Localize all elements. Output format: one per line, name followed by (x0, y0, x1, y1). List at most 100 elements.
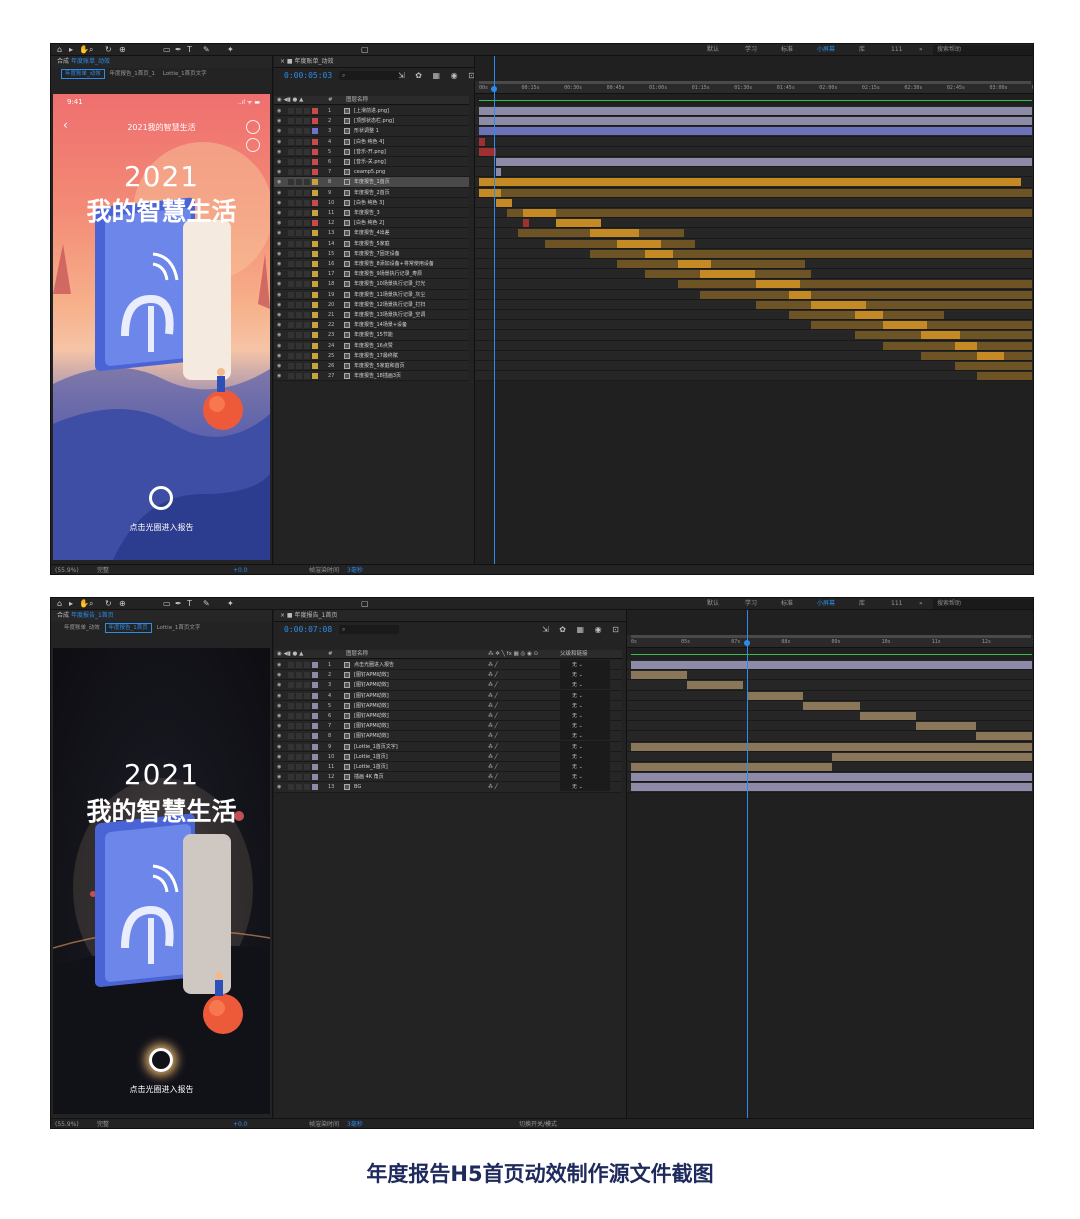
layer-switch-box[interactable] (296, 702, 302, 709)
layer-row[interactable]: ◉ 11 [Lottie_1首页] ⁂ ╱ 无 ⌄ (274, 762, 622, 773)
visibility-icon[interactable]: ◉ (277, 691, 281, 700)
visibility-icon[interactable]: ◉ (277, 147, 281, 156)
layer-switch-box[interactable] (296, 179, 302, 186)
layer-switch-box[interactable] (304, 148, 310, 155)
layer-switch-box[interactable] (304, 764, 310, 770)
track-row[interactable] (475, 340, 1033, 351)
layer-name[interactable]: 年度报告_4出差 (354, 228, 390, 237)
layer-active-segment[interactable] (556, 219, 601, 228)
hand-tool-icon[interactable]: ✋ (79, 45, 89, 55)
help-search-input[interactable]: 搜索帮助 (933, 599, 1033, 609)
layer-switch-box[interactable] (288, 159, 294, 165)
layer-active-segment[interactable] (976, 351, 1005, 360)
home-icon[interactable]: ⌂ (57, 45, 62, 55)
workspace-111[interactable]: 111 (891, 600, 902, 608)
layer-name[interactable]: 年度报告_2首页 (354, 188, 390, 197)
layer-row[interactable]: ◉ 13 年度报告_4出差 (274, 228, 469, 239)
layer-name[interactable]: [图钉APM动效] (354, 731, 389, 740)
layer-name[interactable]: [Lottie_1首页文字] (354, 742, 398, 751)
layer-switch-box[interactable] (288, 291, 294, 298)
label-color-chip[interactable] (312, 281, 318, 288)
breadcrumb-item[interactable]: 年度报告_1首页 (104, 623, 152, 633)
pen-tool-icon[interactable]: ✒ (175, 45, 182, 55)
layer-switch-box[interactable] (288, 373, 294, 380)
resolution-select[interactable]: 完整 (97, 1119, 109, 1128)
layer-row[interactable]: ◉ 26 年度报告_5家庭和首页 (274, 361, 469, 372)
label-color-chip[interactable] (312, 713, 318, 719)
layer-switch-box[interactable] (296, 733, 302, 740)
track-row[interactable] (475, 299, 1033, 310)
layer-switch-box[interactable] (296, 189, 302, 196)
layer-active-segment[interactable] (523, 209, 557, 217)
label-color-chip[interactable] (312, 692, 318, 699)
layer-name[interactable]: 年度报告_5家庭和首页 (354, 361, 405, 370)
parent-select[interactable]: 无 ⌄ (560, 762, 610, 771)
layer-switch-box[interactable] (288, 312, 294, 318)
parent-select[interactable]: 无 ⌄ (560, 782, 610, 792)
layer-switch-box[interactable] (296, 784, 302, 791)
layer-switch-box[interactable] (288, 352, 294, 359)
label-color-chip[interactable] (312, 764, 318, 770)
layer-duration-bar[interactable] (631, 742, 1032, 751)
breadcrumb-item[interactable]: 年度报告_1首页_1 (107, 68, 159, 80)
label-color-chip[interactable] (312, 271, 318, 278)
label-color-chip[interactable] (312, 138, 318, 145)
label-color-chip[interactable] (312, 373, 318, 380)
layer-row[interactable]: ◉ 3 形状调整 1 (274, 126, 469, 137)
visibility-icon[interactable]: ◉ (277, 177, 281, 186)
track-row[interactable] (475, 310, 1033, 321)
layer-switch-box[interactable] (296, 764, 302, 770)
layer-switch-box[interactable] (288, 271, 294, 278)
track-row[interactable] (475, 289, 1033, 300)
layer-switch-box[interactable] (304, 373, 310, 380)
layer-name[interactable]: [音乐-关.png] (354, 157, 386, 166)
breadcrumb-item[interactable]: 年度账单_动效 (61, 69, 105, 79)
layer-row[interactable]: ◉ 6 [音乐-关.png] (274, 157, 469, 168)
layer-row[interactable]: ◉ 15 年度报告_7固定设备 (274, 248, 469, 259)
layer-switch-box[interactable] (304, 702, 310, 709)
layer-name[interactable]: 年度报告_18插画3页 (354, 371, 401, 380)
brush-tool-icon[interactable]: ✎ (203, 599, 210, 609)
layer-duration-bar[interactable] (976, 372, 1032, 381)
layer-name[interactable]: 年度报告_10场景执行记录_灯光 (354, 279, 425, 288)
workspace-library[interactable]: 库 (859, 46, 865, 54)
visibility-icon[interactable]: ◉ (277, 198, 281, 207)
layer-search-input[interactable]: ⌕ (339, 625, 399, 634)
rotate-tool-icon[interactable]: ↻ (105, 45, 112, 55)
track-row[interactable] (475, 371, 1033, 382)
visibility-icon[interactable]: ◉ (277, 157, 281, 166)
parent-select[interactable]: 无 ⌄ (560, 741, 610, 751)
layer-duration-bar[interactable] (479, 107, 1032, 115)
layer-switch-box[interactable] (296, 352, 302, 359)
layer-active-segment[interactable] (617, 239, 662, 248)
track-row[interactable] (475, 330, 1033, 341)
layer-row[interactable]: ◉ 24 年度报告_16点赞 (274, 340, 469, 351)
visibility-icon[interactable]: ◉ (277, 762, 281, 771)
work-area-bar[interactable] (631, 635, 1031, 638)
layer-name[interactable]: [Lottie_1首页] (354, 762, 388, 771)
layer-row[interactable]: ◉ 19 年度报告_11场景执行记录_灰尘 (274, 289, 469, 300)
visibility-icon[interactable]: ◉ (277, 320, 281, 329)
layer-row[interactable]: ◉ 7 [图钉APM动效] ⁂ ╱ 无 ⌄ (274, 721, 622, 732)
workspace-small-screen[interactable]: 小屏幕 (817, 600, 835, 608)
layer-switch-box[interactable] (304, 713, 310, 719)
layer-name[interactable]: [Lottie_1首页] (354, 752, 388, 761)
label-color-chip[interactable] (312, 230, 318, 237)
layer-row[interactable]: ◉ 20 年度报告_12场景执行记录_打扫 (274, 299, 469, 310)
layer-switch-box[interactable] (304, 672, 310, 679)
visibility-icon[interactable]: ◉ (277, 269, 281, 278)
label-color-chip[interactable] (312, 322, 318, 329)
zoom-tool-icon[interactable]: ⌕ (89, 45, 93, 55)
parent-select[interactable]: 无 ⌄ (560, 680, 610, 690)
layer-duration-bar[interactable] (617, 260, 806, 268)
layer-switch-box[interactable] (296, 743, 302, 750)
anchor-tool-icon[interactable]: ⊕ (119, 45, 126, 55)
parent-select[interactable]: 无 ⌄ (560, 731, 610, 741)
layer-name[interactable]: 年度报告_5家庭 (354, 239, 390, 248)
workspace-111[interactable]: 111 (891, 46, 902, 54)
parent-select[interactable]: 无 ⌄ (560, 690, 610, 700)
layer-switch-box[interactable] (304, 271, 310, 278)
layer-switch-box[interactable] (296, 220, 302, 227)
layer-switch-box[interactable] (296, 138, 302, 145)
layer-switch-box[interactable] (304, 250, 310, 257)
